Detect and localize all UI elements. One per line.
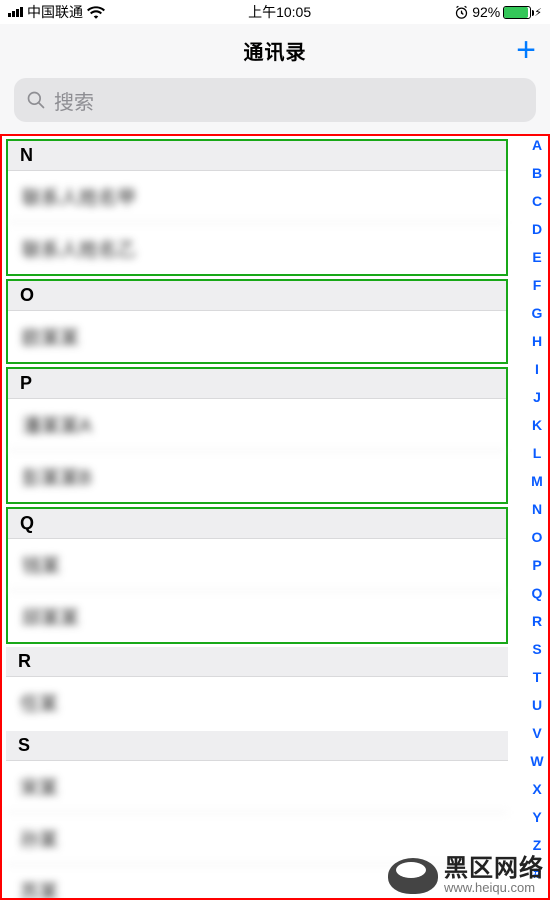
section-O: O欧某某 xyxy=(6,279,508,364)
watermark-url: www.heiqu.com xyxy=(444,881,544,894)
battery-icon xyxy=(503,6,531,19)
index-letter[interactable]: G xyxy=(532,306,543,320)
section-header: S xyxy=(6,731,508,761)
signal-icon xyxy=(8,7,23,17)
index-letter[interactable]: Z xyxy=(533,838,542,852)
section-R: R任某 xyxy=(6,647,508,728)
contact-row[interactable]: 联系人姓名甲 xyxy=(8,171,506,223)
index-letter[interactable]: N xyxy=(532,502,542,516)
index-letter[interactable]: I xyxy=(535,362,539,376)
contact-row[interactable]: 联系人姓名乙 xyxy=(8,223,506,274)
index-letter[interactable]: F xyxy=(533,278,542,292)
section-N: N联系人姓名甲联系人姓名乙 xyxy=(6,139,508,276)
index-letter[interactable]: M xyxy=(531,474,543,488)
contact-row[interactable]: 宋某 xyxy=(6,761,508,813)
watermark-logo-icon xyxy=(388,858,438,894)
wifi-icon xyxy=(87,5,105,19)
search-wrap: 搜索 xyxy=(0,76,550,134)
watermark-cn: 黑区网络 xyxy=(444,857,544,881)
page-title: 通讯录 xyxy=(244,36,307,65)
index-letter[interactable]: K xyxy=(532,418,542,432)
section-header: O xyxy=(8,281,506,311)
section-header: R xyxy=(6,647,508,677)
index-letter[interactable]: T xyxy=(533,670,542,684)
search-placeholder: 搜索 xyxy=(54,86,94,115)
contact-row[interactable]: 任某 xyxy=(6,677,508,728)
index-letter[interactable]: R xyxy=(532,614,542,628)
index-letter[interactable]: L xyxy=(533,446,542,460)
charging-icon: ⚡︎ xyxy=(534,6,542,19)
contact-row[interactable]: 邱某某 xyxy=(8,591,506,642)
index-letter[interactable]: U xyxy=(532,698,542,712)
index-letter[interactable]: S xyxy=(532,642,541,656)
search-icon xyxy=(26,90,46,110)
index-letter[interactable]: Y xyxy=(532,810,541,824)
nav-header: 通讯录 + xyxy=(0,24,550,76)
contact-row[interactable]: 钱某 xyxy=(8,539,506,591)
section-P: P潘某某A彭某某B xyxy=(6,367,508,504)
battery-pct: 92% xyxy=(472,4,500,20)
alarm-icon xyxy=(454,5,469,20)
index-letter[interactable]: E xyxy=(532,250,541,264)
watermark: 黑区网络 www.heiqu.com xyxy=(388,857,544,894)
index-letter[interactable]: D xyxy=(532,222,542,236)
status-bar: 中国联通 上午10:05 92% ⚡︎ xyxy=(0,0,550,24)
contact-row[interactable]: 彭某某B xyxy=(8,451,506,502)
battery-fill xyxy=(504,7,528,18)
index-letter[interactable]: W xyxy=(530,754,543,768)
search-input[interactable]: 搜索 xyxy=(14,78,536,122)
section-header: P xyxy=(8,369,506,399)
contacts-list[interactable]: N联系人姓名甲联系人姓名乙O欧某某P潘某某A彭某某BQ钱某邱某某R任某S宋某孙某… xyxy=(0,134,550,900)
add-contact-button[interactable]: + xyxy=(516,33,536,67)
status-time: 上午10:05 xyxy=(248,2,311,22)
index-letter[interactable]: X xyxy=(532,782,541,796)
index-letter[interactable]: B xyxy=(532,166,542,180)
section-header: Q xyxy=(8,509,506,539)
section-header: N xyxy=(8,141,506,171)
section-Q: Q钱某邱某某 xyxy=(6,507,508,644)
index-letter[interactable]: V xyxy=(532,726,541,740)
carrier-label: 中国联通 xyxy=(27,2,83,22)
index-letter[interactable]: O xyxy=(532,530,543,544)
index-letter[interactable]: C xyxy=(532,194,542,208)
index-letter[interactable]: Q xyxy=(532,586,543,600)
contact-row[interactable]: 欧某某 xyxy=(8,311,506,362)
index-letter[interactable]: H xyxy=(532,334,542,348)
index-letter[interactable]: P xyxy=(532,558,541,572)
index-letter[interactable]: J xyxy=(533,390,541,404)
contact-row[interactable]: 潘某某A xyxy=(8,399,506,451)
index-letter[interactable]: A xyxy=(532,138,542,152)
status-left: 中国联通 xyxy=(8,2,105,22)
alpha-index[interactable]: ABCDEFGHIJKLMNOPQRSTUVWXYZ# xyxy=(526,138,548,880)
status-right: 92% ⚡︎ xyxy=(454,4,542,20)
